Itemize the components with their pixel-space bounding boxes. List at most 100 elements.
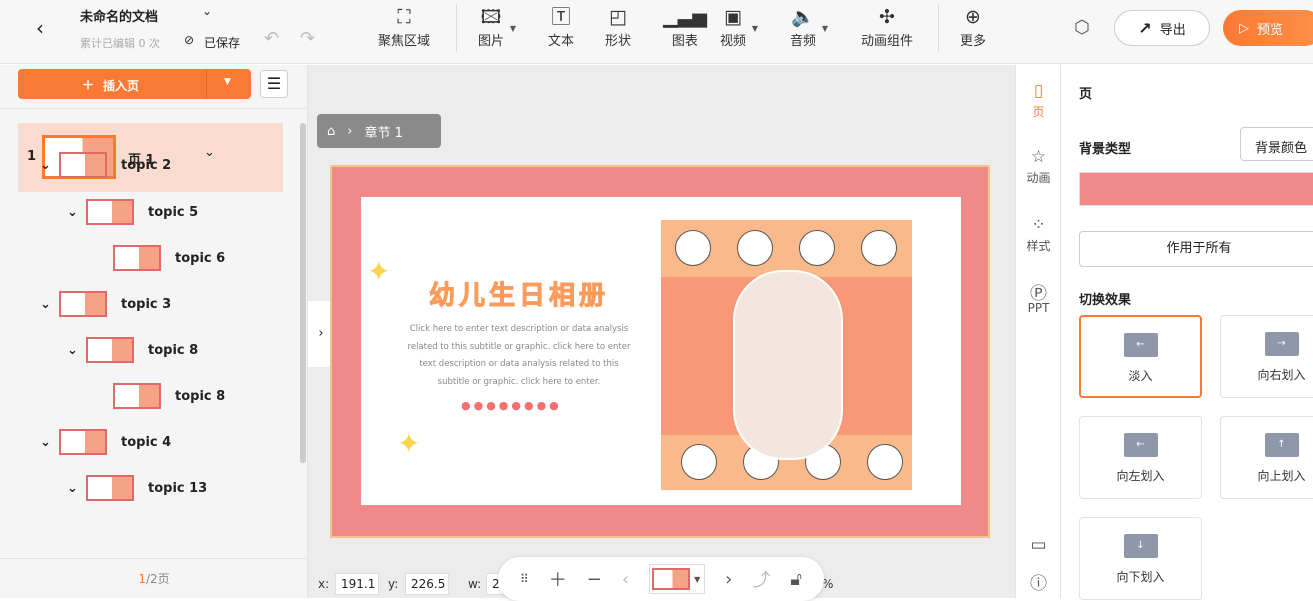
topic-tree: ⌄ topic 2 ⌄ topic 5 topic 6 ⌄ topic 3 ⌄ topic 8 t… bbox=[0, 130, 300, 558]
effect-slide-right[interactable]: → 向右划入 bbox=[1220, 315, 1313, 398]
sparkle-icon: ✦ bbox=[367, 255, 391, 288]
apply-all-button[interactable]: 作用于所有 bbox=[1079, 231, 1313, 267]
plus-circle-icon: ⊕ bbox=[965, 6, 981, 28]
check-circle-icon: ⊘ bbox=[184, 33, 195, 47]
unlock-icon[interactable]: 🔓︎ bbox=[790, 569, 802, 590]
properties-panel: 页 背景类型 背景颜色 作用于所有 切换效果 ← 淡入 → 向右划入 ← 向左划入 ↑… bbox=[1060, 65, 1313, 600]
caption-icon[interactable]: ▭ bbox=[1016, 535, 1061, 557]
chevron-down-icon[interactable]: ⌄ bbox=[40, 297, 59, 312]
zoom-out-icon[interactable]: − bbox=[587, 569, 602, 590]
chevron-down-icon[interactable]: ⌄ bbox=[40, 435, 59, 450]
slide[interactable]: 幼儿生日相册 Click here to enter text descript… bbox=[330, 165, 990, 538]
effect-slide-up[interactable]: ↑ 向上划入 bbox=[1220, 416, 1313, 499]
tree-item[interactable]: ⌄ topic 13 bbox=[67, 473, 207, 503]
menu-icon[interactable]: ☰ bbox=[260, 70, 288, 98]
tool-chart[interactable]: ▁▃▅ 图表 bbox=[663, 4, 707, 49]
x-input[interactable]: 191.1 bbox=[335, 573, 379, 595]
bg-color-swatch[interactable] bbox=[1079, 172, 1313, 206]
tool-image[interactable]: 🖾 图片 ▼ bbox=[478, 4, 516, 49]
zoom-toolbar: ⠿ ＋ − ‹ ▼ › ⤴ 🔓︎ bbox=[498, 557, 824, 601]
tool-more[interactable]: ⊕ 更多 bbox=[960, 4, 986, 49]
home-icon: ⌂ bbox=[327, 123, 336, 139]
topic-thumbnail bbox=[86, 337, 134, 363]
panel-title: 页 bbox=[1079, 87, 1093, 102]
doc-title[interactable]: 未命名的文档 bbox=[80, 6, 158, 25]
star-icon: ☆ bbox=[1030, 147, 1047, 167]
chevron-down-icon[interactable]: ⌄ bbox=[40, 158, 59, 173]
export-button[interactable]: ↗ 导出 bbox=[1114, 10, 1210, 46]
tree-item[interactable]: topic 6 bbox=[94, 243, 225, 273]
redo-icon[interactable]: ↷ bbox=[300, 28, 315, 49]
sparkle-icon: ✦ bbox=[397, 427, 421, 460]
zoom-in-icon[interactable]: ＋ bbox=[549, 566, 567, 592]
tree-item[interactable]: topic 8 bbox=[94, 381, 225, 411]
scrollbar[interactable] bbox=[300, 123, 306, 463]
style-icon: ⁘ bbox=[1031, 215, 1046, 235]
canvas-area: › ⌂ › 章节 1 幼儿生日相册 Click here to enter text… bbox=[308, 65, 1015, 601]
top-toolbar: ‹ 未命名的文档 ⌄ 累计已编辑 0 次 ⊘ 已保存 ↶ ↷ ⛶ 聚焦区域 🖾 图片… bbox=[0, 0, 1313, 64]
chevron-down-icon[interactable]: ⌄ bbox=[67, 481, 86, 496]
baby-photo bbox=[733, 270, 843, 460]
prev-icon[interactable]: ‹ bbox=[622, 569, 629, 590]
preview-button[interactable]: ▷ 预览 bbox=[1223, 10, 1313, 46]
tool-text[interactable]: 🅃 文本 bbox=[548, 4, 574, 49]
rail-animation[interactable]: ☆ 动画 bbox=[1016, 147, 1061, 186]
chevron-down-icon[interactable]: ⌄ bbox=[67, 205, 86, 220]
tool-audio[interactable]: 🔈 音频 ▼ bbox=[790, 4, 828, 49]
focus-icon: ⛶ bbox=[397, 6, 411, 28]
right-rail: ▯ 页 ☆ 动画 ⁘ 样式 Ⓟ PPT ▭ ⓘ bbox=[1015, 65, 1060, 598]
tool-video[interactable]: ▣ 视频 ▼ bbox=[720, 4, 758, 49]
help-icon[interactable]: ⓘ bbox=[1016, 569, 1061, 594]
rail-ppt[interactable]: Ⓟ PPT bbox=[1016, 279, 1061, 315]
undo-icon[interactable]: ↶ bbox=[264, 28, 279, 49]
chevron-down-icon[interactable]: ⌄ bbox=[67, 343, 86, 358]
slide-title[interactable]: 幼儿生日相册 bbox=[419, 275, 619, 312]
tree-item[interactable]: ⌄ topic 2 bbox=[40, 150, 171, 180]
effect-slide-down[interactable]: ↓ 向下划入 bbox=[1079, 517, 1202, 600]
bg-type-select[interactable]: 背景颜色 bbox=[1240, 127, 1313, 161]
settings-hex-icon[interactable]: ⬡ bbox=[1074, 17, 1090, 38]
tool-focus[interactable]: ⛶ 聚焦区域 bbox=[378, 4, 430, 49]
topic-thumbnail bbox=[113, 383, 161, 409]
slide-body[interactable]: Click here to enter text description or … bbox=[405, 321, 633, 391]
text-icon: 🅃 bbox=[551, 6, 571, 28]
ppt-icon: Ⓟ bbox=[1030, 284, 1047, 304]
photo-collage bbox=[661, 220, 912, 490]
topic-thumbnail bbox=[86, 475, 134, 501]
pager: 1/2页 bbox=[138, 572, 170, 586]
plus-icon: ＋ bbox=[82, 78, 95, 92]
next-icon[interactable]: › bbox=[725, 569, 732, 590]
play-circle-icon: ▷ bbox=[1239, 20, 1249, 36]
up-arrow-icon[interactable]: ⤴ bbox=[752, 566, 770, 592]
chart-icon: ▁▃▅ bbox=[663, 6, 707, 28]
export-icon: ↗ bbox=[1138, 18, 1152, 38]
tree-item[interactable]: ⌄ topic 8 bbox=[67, 335, 198, 365]
y-input[interactable]: 226.5 bbox=[405, 573, 449, 595]
image-icon: 🖾 bbox=[480, 6, 502, 28]
topic-thumbnail bbox=[59, 152, 107, 178]
current-slide-thumb[interactable]: ▼ bbox=[649, 564, 706, 594]
tree-item[interactable]: ⌄ topic 4 bbox=[40, 427, 171, 457]
rail-page[interactable]: ▯ 页 bbox=[1016, 81, 1061, 120]
rail-style[interactable]: ⁘ 样式 bbox=[1016, 215, 1061, 254]
topic-thumbnail bbox=[59, 291, 107, 317]
page-icon: ▯ bbox=[1033, 81, 1044, 101]
topic-thumbnail bbox=[113, 245, 161, 271]
grid-icon[interactable]: ⠿ bbox=[520, 572, 529, 586]
tool-shape[interactable]: ◰ 形状 bbox=[605, 4, 631, 49]
tree-item[interactable]: ⌄ topic 3 bbox=[40, 289, 171, 319]
effect-slide-left[interactable]: ← 向左划入 bbox=[1079, 416, 1202, 499]
tree-item[interactable]: ⌄ topic 5 bbox=[67, 197, 198, 227]
tool-animation[interactable]: ✣ 动画组件 bbox=[861, 4, 913, 49]
save-status: 已保存 bbox=[204, 36, 241, 50]
caret-down-icon[interactable]: ▼ bbox=[224, 77, 231, 87]
puzzle-icon: ✣ bbox=[879, 6, 895, 28]
back-icon[interactable]: ‹ bbox=[36, 16, 44, 40]
chevron-down-icon[interactable]: ⌄ bbox=[202, 4, 212, 18]
insert-page-button[interactable]: ＋ 插入页 ▼ bbox=[18, 69, 251, 99]
topic-thumbnail bbox=[86, 199, 134, 225]
breadcrumb[interactable]: ⌂ › 章节 1 bbox=[317, 114, 441, 148]
effect-fade[interactable]: ← 淡入 bbox=[1079, 315, 1202, 398]
shape-icon: ◰ bbox=[609, 6, 627, 28]
topic-thumbnail bbox=[59, 429, 107, 455]
